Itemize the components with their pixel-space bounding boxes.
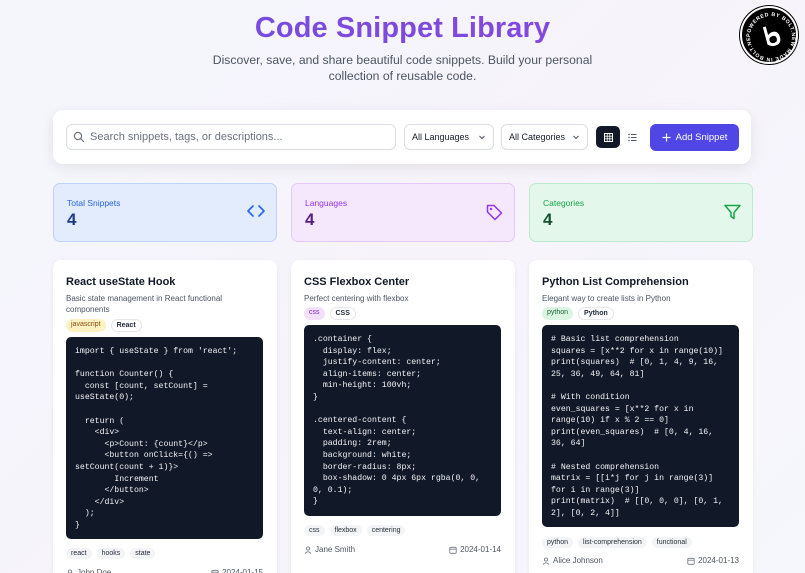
- code-block[interactable]: .container { display: flex; justify-cont…: [304, 325, 501, 516]
- bolt-logo-icon: POWERED BY BOLT.NEW MADE IN BOLT.NEW: [739, 4, 795, 62]
- category-badge: Python: [578, 307, 614, 320]
- snippet-tag[interactable]: centering: [366, 525, 406, 536]
- tag-list: python list-comprehension functional: [542, 537, 692, 548]
- stat-label: Categories: [543, 198, 585, 208]
- calendar-icon: [687, 557, 695, 565]
- snippet-tag[interactable]: css: [304, 525, 325, 536]
- view-toggle: [596, 126, 644, 148]
- calendar-icon: [211, 569, 219, 573]
- user-icon: [304, 545, 312, 554]
- snippet-description: Perfect centering with flexbox: [304, 294, 409, 303]
- snippet-card[interactable]: Python List Comprehension Elegant way to…: [529, 260, 753, 573]
- calendar-icon: [449, 546, 457, 554]
- snippet-meta: John Doe 2024-01-15: [66, 568, 263, 573]
- snippet-tag[interactable]: react: [66, 548, 92, 559]
- language-select[interactable]: All Languages: [404, 124, 494, 150]
- tag-icon: [486, 204, 503, 221]
- snippet-tag[interactable]: flexbox: [329, 525, 362, 536]
- category-badge: CSS: [329, 307, 356, 320]
- category-badge: React: [110, 319, 142, 332]
- code-icon: [247, 205, 265, 217]
- list-view-button[interactable]: [620, 126, 644, 148]
- stat-value: 4: [305, 210, 315, 229]
- category-select-value: All Categories: [509, 132, 566, 142]
- chevron-down-icon: [573, 135, 579, 140]
- snippet-meta: Alice Johnson 2024-01-13: [542, 556, 739, 565]
- chevron-down-icon: [479, 135, 485, 140]
- snippet-tag[interactable]: hooks: [96, 548, 126, 559]
- snippet-meta: Jane Smith 2024-01-14: [304, 545, 501, 554]
- language-select-value: All Languages: [412, 132, 470, 142]
- code-block[interactable]: import { useState } from 'react'; functi…: [66, 337, 263, 539]
- toolbar: All Languages All Categories: [53, 110, 751, 164]
- add-snippet-button[interactable]: Add Snippet: [650, 124, 739, 151]
- author-name: Jane Smith: [315, 545, 356, 554]
- language-badge: python: [542, 307, 574, 320]
- snippet-tag[interactable]: list-comprehension: [578, 537, 647, 548]
- snippet-title: CSS Flexbox Center: [304, 276, 410, 288]
- snippet-date: 2024-01-13: [698, 556, 739, 565]
- stat-label: Languages: [305, 198, 348, 208]
- page-subtitle: Discover, save, and share beautiful code…: [212, 53, 593, 83]
- stat-card: Languages 4: [291, 183, 515, 242]
- snippet-tag[interactable]: python: [542, 537, 574, 548]
- snippet-title: React useState Hook: [66, 276, 176, 288]
- grid-view-button[interactable]: [596, 126, 620, 148]
- snippet-card[interactable]: CSS Flexbox Center Perfect centering wit…: [291, 260, 515, 573]
- list-icon: [627, 133, 636, 141]
- page-title: Code Snippet Library: [0, 12, 805, 45]
- tag-list: react hooks state: [66, 548, 156, 559]
- snippet-tag[interactable]: functional: [651, 537, 692, 548]
- snippet-date: 2024-01-14: [460, 545, 501, 554]
- grid-icon: [603, 132, 613, 142]
- user-icon: [542, 556, 550, 565]
- tag-list: css flexbox centering: [304, 525, 406, 536]
- search-box[interactable]: [66, 124, 396, 150]
- stat-value: 4: [543, 210, 553, 229]
- user-icon: [68, 569, 72, 573]
- stat-card: Categories 4: [529, 183, 753, 242]
- snippet-tag[interactable]: state: [130, 548, 156, 559]
- filter-icon: [724, 204, 741, 220]
- category-select[interactable]: All Categories: [501, 124, 588, 150]
- language-badge: javascript: [66, 319, 106, 332]
- stat-value: 4: [67, 210, 77, 229]
- add-snippet-label: Add Snippet: [675, 132, 728, 143]
- snippet-title: Python List Comprehension: [542, 276, 689, 288]
- language-badge: css: [304, 307, 325, 320]
- author-name: Alice Johnson: [553, 556, 603, 565]
- stat-card: Total Snippets 4: [53, 183, 277, 242]
- bolt-badge[interactable]: POWERED BY BOLT.NEW MADE IN BOLT.NEW: [739, 4, 798, 64]
- plus-icon: [662, 133, 671, 142]
- snippet-date: 2024-01-15: [222, 568, 263, 573]
- stat-label: Total Snippets: [67, 198, 121, 208]
- snippet-description: Elegant way to create lists in Python: [542, 294, 671, 303]
- code-block[interactable]: # Basic list comprehension squares = [x*…: [542, 325, 739, 527]
- search-input[interactable]: [90, 131, 390, 143]
- search-icon: [73, 131, 85, 143]
- snippet-description: Basic state management in React function…: [66, 294, 223, 314]
- author-name: John Doe: [77, 568, 112, 573]
- snippet-card[interactable]: React useState Hook Basic state manageme…: [53, 260, 277, 573]
